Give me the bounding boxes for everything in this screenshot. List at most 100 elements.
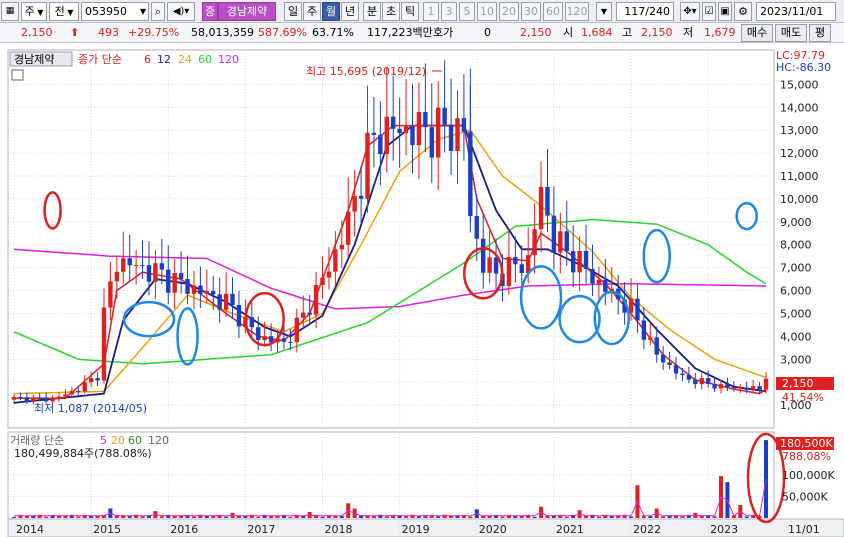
- type-label: 주: [24, 5, 35, 18]
- volume-bar: [500, 516, 505, 518]
- volume-bar: [198, 514, 203, 518]
- candle-body: [346, 211, 351, 245]
- search-icon[interactable]: ⌕: [151, 2, 165, 21]
- candle-body: [69, 390, 75, 395]
- y-tick-label: 6,000: [780, 285, 812, 298]
- candle-body: [731, 387, 737, 389]
- candle-body: [101, 307, 107, 381]
- sound-icon[interactable]: ◀)▾: [167, 2, 195, 21]
- x-tick-label: 2016: [170, 523, 198, 536]
- volume-bar: [764, 440, 768, 518]
- candle-body: [603, 279, 608, 292]
- open-label: 시: [563, 26, 574, 39]
- price-chart[interactable]: 1,0002,0003,0004,0005,0006,0007,0008,000…: [0, 44, 844, 537]
- candle-body: [545, 186, 550, 216]
- candle-body: [127, 258, 132, 266]
- chevron-down-icon[interactable]: ▼: [596, 2, 612, 21]
- period-minute[interactable]: 분: [363, 2, 381, 21]
- candle-body: [230, 293, 235, 305]
- volume-bar: [436, 516, 441, 518]
- candle-body: [551, 215, 557, 253]
- table-icon[interactable]: [11, 69, 24, 81]
- count-field[interactable]: 117/240: [616, 2, 674, 21]
- candle-body: [24, 397, 30, 402]
- candle-body: [757, 386, 762, 390]
- volume-bar: [256, 516, 261, 518]
- volume-bar: [590, 514, 595, 518]
- interval-10[interactable]: 10: [477, 2, 497, 21]
- period-month[interactable]: 월: [322, 2, 340, 21]
- gear-icon[interactable]: ⚙: [734, 2, 752, 21]
- legend-ma12: 12: [157, 53, 171, 66]
- volume-bar: [564, 516, 569, 518]
- date-field[interactable]: 2023/11/01: [756, 2, 836, 21]
- candle-body: [506, 257, 512, 287]
- y-tick-label: 12,000: [780, 147, 819, 160]
- volume-bar: [140, 516, 145, 518]
- x-tick-label: 2017: [247, 523, 275, 536]
- volume-bar: [166, 514, 171, 518]
- buy-button[interactable]: 매수: [741, 24, 773, 42]
- period-tick[interactable]: 틱: [401, 2, 419, 21]
- interval-30[interactable]: 30: [521, 2, 541, 21]
- volume-percent: 587.69%: [258, 26, 307, 39]
- volume-bar: [224, 516, 229, 518]
- candle-body: [397, 128, 402, 134]
- candle-body: [172, 273, 177, 293]
- sell-button[interactable]: 매도: [775, 24, 807, 42]
- interval-120[interactable]: 120: [565, 2, 589, 21]
- interval-3[interactable]: 3: [441, 2, 457, 21]
- arrow-up-icon: ⬆: [70, 26, 80, 39]
- grid-icon[interactable]: ▦: [1, 2, 19, 21]
- type-select[interactable]: 주 ▼: [21, 2, 47, 21]
- crosshair-icon[interactable]: ✥▾: [680, 2, 700, 21]
- candle-body: [480, 238, 486, 273]
- period-second[interactable]: 초: [382, 2, 400, 21]
- legend-vol60: 60: [128, 434, 142, 447]
- open-price: 1,684: [581, 26, 613, 39]
- y-tick-label: 15,000: [780, 78, 819, 91]
- interval-60[interactable]: 60: [543, 2, 563, 21]
- candle-body: [43, 397, 49, 402]
- y-tick-label: 4,000: [780, 330, 812, 343]
- x-tick-label: 11/01: [788, 523, 820, 536]
- candle-body: [191, 285, 197, 294]
- candle-body: [436, 107, 441, 158]
- change-amount: 493: [98, 26, 119, 39]
- period-week[interactable]: 주: [303, 2, 321, 21]
- candle-body: [725, 384, 730, 388]
- flat-button[interactable]: 평: [809, 24, 831, 42]
- interval-20[interactable]: 20: [499, 2, 519, 21]
- volume-bar: [751, 514, 756, 518]
- interval-1[interactable]: 1: [423, 2, 439, 21]
- volume-bar: [596, 516, 601, 518]
- legend-ma24: 24: [178, 53, 192, 66]
- candle-body: [461, 118, 467, 132]
- candle-body: [455, 118, 460, 151]
- candle-body: [705, 378, 711, 384]
- checkbox-icon[interactable]: ☑: [702, 2, 716, 21]
- candle-body: [185, 278, 190, 294]
- candle-body: [121, 258, 126, 272]
- jeon-select[interactable]: 전 ▼: [49, 2, 79, 21]
- volume-bar: [159, 516, 164, 518]
- period-year[interactable]: 년: [341, 2, 359, 21]
- code-input[interactable]: 053950 ▼: [81, 2, 149, 21]
- volume-bar: [449, 516, 454, 518]
- candle-body: [403, 126, 409, 134]
- y-tick-label: 3,000: [780, 353, 812, 366]
- hoga-price: 2,150: [520, 26, 552, 39]
- volume-bar: [191, 516, 196, 518]
- candle-body: [699, 378, 704, 385]
- legend-price: 종가 단순: [78, 53, 122, 66]
- y-tick-label: 9,000: [780, 216, 812, 229]
- candle-body: [635, 298, 640, 321]
- volume-bar: [288, 516, 293, 518]
- period-day[interactable]: 일: [284, 2, 302, 21]
- legend-vol5: 5: [100, 434, 107, 447]
- x-tick-label: 2023: [710, 523, 738, 536]
- chevron-down-icon: ▼: [34, 8, 44, 17]
- interval-5[interactable]: 5: [459, 2, 475, 21]
- candle-body: [63, 394, 68, 397]
- save-icon[interactable]: ▣: [718, 2, 732, 21]
